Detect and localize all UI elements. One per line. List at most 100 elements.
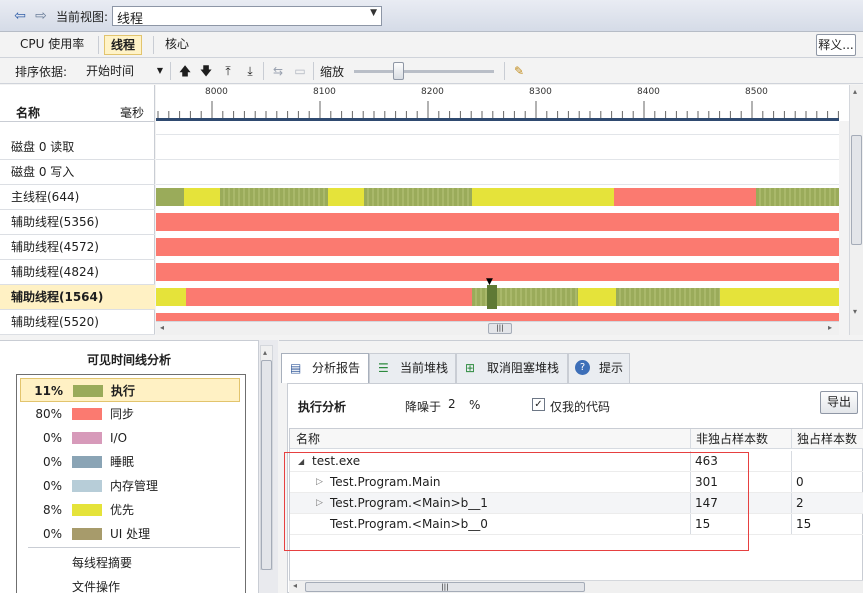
divider	[156, 134, 839, 135]
noise-label: 降噪于	[405, 400, 442, 414]
tab-cores[interactable]: 核心	[159, 35, 195, 55]
tab-label: 分析报告	[312, 361, 361, 375]
move-bottom-icon[interactable]: ⤓	[242, 63, 258, 79]
divider	[690, 429, 691, 448]
scroll-right-icon[interactable]: ▸	[828, 323, 832, 332]
divider	[28, 547, 240, 548]
sort-select[interactable]: 开始时间 ▼	[80, 61, 166, 81]
legend-label: 优先	[110, 503, 135, 517]
legend-item-preemption[interactable]: 8% 优先	[20, 498, 240, 522]
move-up-icon[interactable]: 🡅	[177, 63, 193, 79]
legend-item-sleep[interactable]: 0% 睡眠	[20, 450, 240, 474]
legend-label: 同步	[110, 407, 135, 421]
column-header-exclusive[interactable]: 独占样本数	[797, 429, 857, 450]
legend-item-io[interactable]: 0% I/O	[20, 426, 240, 450]
my-code-checkbox[interactable]: ✓	[532, 398, 545, 411]
timeline-tracks[interactable]: ▼	[156, 121, 839, 335]
scroll-thumb[interactable]: |||	[488, 323, 512, 334]
selected-segment-marker[interactable]	[487, 285, 497, 309]
scroll-left-icon[interactable]: ◂	[293, 581, 297, 590]
column-header-name[interactable]: 名称	[296, 429, 320, 450]
sort-value: 开始时间	[86, 64, 135, 78]
top-bar: ⇦ ⇨ 当前视图: 线程 ▼	[0, 0, 863, 32]
noise-unit: %	[469, 398, 481, 412]
chevron-down-icon: ▼	[156, 66, 163, 75]
legend-label: 睡眠	[110, 455, 135, 469]
visible-timeline-profile: 可见时间线分析 11% 执行 80% 同步 0% I/O 0% 睡眠 0% 内存…	[0, 340, 258, 593]
segment-synchronization	[186, 288, 472, 306]
current-view-select[interactable]: 线程 ▼	[112, 6, 382, 27]
legend-item-ui-processing[interactable]: 0% UI 处理	[20, 522, 240, 546]
per-thread-summary-link[interactable]: 每线程摘要	[72, 554, 132, 571]
segment-preemption	[472, 188, 614, 206]
highlighter-icon[interactable]: ✎	[511, 63, 527, 79]
timeline-horizontal-scrollbar[interactable]: ◂ ||| ▸	[156, 321, 839, 335]
move-down-icon[interactable]: 🡇	[198, 63, 214, 79]
track-worker-5520[interactable]	[156, 313, 839, 321]
legend-pct: 80%	[35, 407, 62, 421]
tab-unblocking-stack[interactable]: ⊞ 取消阻塞堆栈	[456, 353, 568, 383]
zoom-slider-thumb[interactable]	[393, 62, 404, 80]
ms-header: 毫秒	[120, 106, 145, 120]
legend-item-execution[interactable]: 11% 执行	[20, 378, 240, 402]
row-label-disk-write[interactable]: 磁盘 0 写入	[0, 160, 155, 185]
scroll-up-icon[interactable]: ▴	[263, 348, 267, 357]
row-label-worker-4572[interactable]: 辅助线程(4572)	[0, 235, 155, 260]
move-top-icon[interactable]: ⤒	[220, 63, 236, 79]
row-label-main-thread[interactable]: 主线程(644)	[0, 185, 155, 210]
tab-cpu-usage[interactable]: CPU 使用率	[14, 35, 90, 55]
unblock-stack-icon: ⊞	[465, 361, 476, 375]
track-main-thread[interactable]	[156, 188, 839, 206]
marker-triangle-icon: ▼	[486, 277, 493, 287]
row-label-worker-5520[interactable]: 辅助线程(5520)	[0, 310, 155, 335]
legend-label: 内存管理	[110, 479, 159, 493]
divider	[170, 62, 171, 80]
export-button[interactable]: 导出	[820, 391, 858, 414]
noise-value: 2	[448, 397, 456, 411]
segment-preemption	[720, 288, 839, 306]
scroll-down-icon[interactable]: ▾	[853, 307, 857, 316]
track-worker-5356[interactable]	[156, 213, 839, 231]
stack-icon: ☰	[378, 361, 389, 375]
notes-button[interactable]: 释义...	[816, 34, 856, 56]
legend-pct: 0%	[42, 479, 62, 493]
legend-item-memory-management[interactable]: 0% 内存管理	[20, 474, 240, 498]
promote-icon[interactable]: ⇆	[270, 63, 286, 79]
divider	[791, 493, 792, 513]
segment-preemption	[156, 288, 186, 306]
divider	[263, 62, 264, 80]
file-operations-link[interactable]: 文件操作	[72, 578, 120, 593]
legend-item-synchronization[interactable]: 80% 同步	[20, 402, 240, 426]
column-header-inclusive[interactable]: 非独占样本数	[696, 429, 768, 450]
tab-profile-report[interactable]: ▤ 分析报告	[281, 353, 369, 383]
grid-horizontal-scrollbar[interactable]: ◂ |||	[289, 580, 863, 593]
legend-scrollbar[interactable]: ▴	[260, 345, 273, 570]
forward-arrow-icon[interactable]: ⇨	[33, 8, 49, 24]
demote-icon[interactable]: ▭	[292, 63, 308, 79]
scroll-thumb[interactable]	[851, 135, 862, 245]
row-label-disk-read[interactable]: 磁盘 0 读取	[0, 135, 155, 160]
segment-preemption	[184, 188, 220, 206]
tab-current-stack[interactable]: ☰ 当前堆栈	[369, 353, 456, 383]
tab-threads[interactable]: 线程	[104, 35, 143, 55]
noise-input[interactable]: 2	[443, 395, 465, 414]
scroll-thumb[interactable]: |||	[305, 582, 585, 592]
row-label-worker-1564[interactable]: 辅助线程(1564)	[0, 285, 155, 310]
back-arrow-icon[interactable]: ⇦	[12, 8, 28, 24]
tab-hints[interactable]: ? 提示	[568, 353, 630, 383]
scroll-left-icon[interactable]: ◂	[160, 323, 164, 332]
zoom-slider-track[interactable]	[354, 70, 494, 73]
divider	[0, 121, 155, 122]
report-icon: ▤	[290, 361, 302, 375]
track-worker-4824[interactable]	[156, 263, 839, 281]
scroll-up-icon[interactable]: ▴	[853, 87, 857, 96]
row-label-worker-5356[interactable]: 辅助线程(5356)	[0, 210, 155, 235]
divider	[156, 159, 839, 160]
scroll-thumb[interactable]	[261, 360, 272, 570]
row-label-worker-4824[interactable]: 辅助线程(4824)	[0, 260, 155, 285]
my-code-label: 仅我的代码	[550, 400, 611, 414]
timeline-vertical-scrollbar[interactable]: ▴ ▾	[849, 85, 863, 335]
track-worker-1564[interactable]: ▼	[156, 277, 839, 309]
legend-label: I/O	[110, 431, 128, 445]
track-worker-4572[interactable]	[156, 238, 839, 256]
